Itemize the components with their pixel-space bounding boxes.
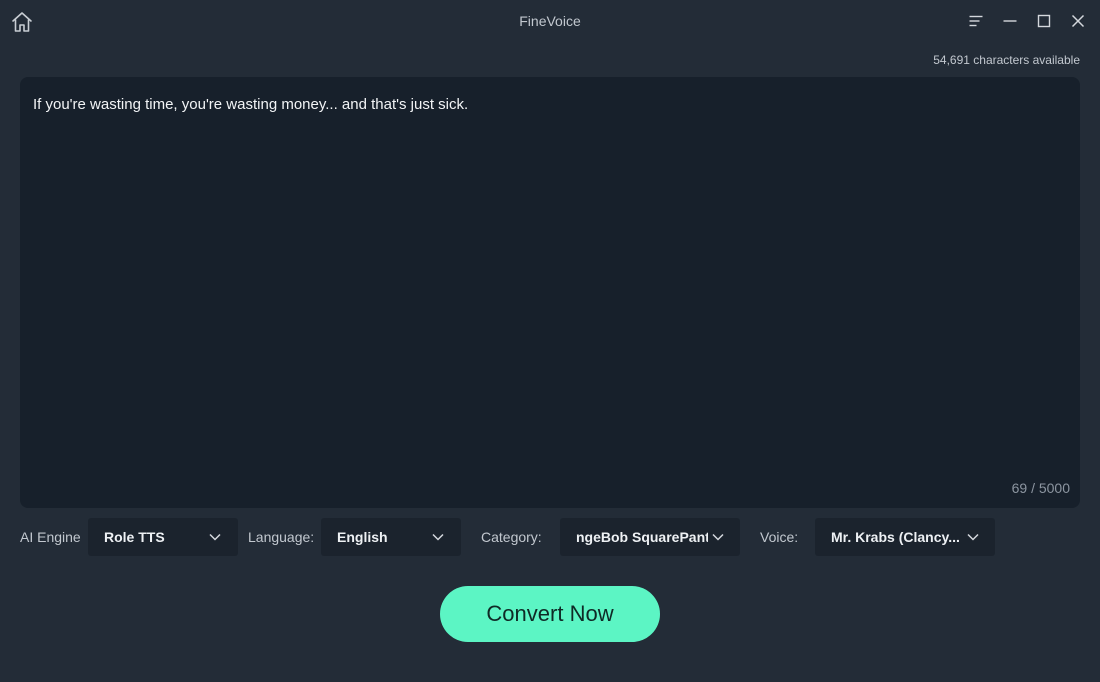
maximize-icon [1037, 14, 1051, 28]
chevron-down-icon [431, 531, 445, 543]
chevron-down-icon [208, 531, 222, 543]
category-value: ngeBob SquarePants [576, 529, 708, 545]
character-count: 69 / 5000 [1011, 480, 1070, 496]
chevron-down-icon [966, 531, 980, 543]
voice-dropdown[interactable]: Mr. Krabs (Clancy... [815, 518, 995, 556]
ai-engine-dropdown[interactable]: Role TTS [88, 518, 238, 556]
menu-button[interactable] [966, 11, 986, 31]
maximize-button[interactable] [1034, 11, 1054, 31]
ai-engine-label: AI Engine [20, 529, 81, 545]
ai-engine-value: Role TTS [104, 529, 165, 545]
chevron-down-icon [711, 531, 725, 543]
characters-available: 54,691 characters available [933, 53, 1080, 67]
window-controls [966, 11, 1088, 31]
category-label: Category: [481, 529, 542, 545]
convert-now-button[interactable]: Convert Now [440, 586, 660, 642]
minimize-button[interactable] [1000, 11, 1020, 31]
text-editor[interactable]: If you're wasting time, you're wasting m… [20, 77, 1080, 508]
language-value: English [337, 529, 388, 545]
close-button[interactable] [1068, 11, 1088, 31]
close-icon [1071, 14, 1085, 28]
editor-text[interactable]: If you're wasting time, you're wasting m… [33, 95, 1067, 115]
language-label: Language: [248, 529, 315, 545]
window-title: FineVoice [519, 13, 581, 29]
language-dropdown[interactable]: English [321, 518, 461, 556]
voice-value: Mr. Krabs (Clancy... [831, 529, 959, 545]
app-window: FineVoice 54,691 characters available If… [0, 0, 1100, 682]
minimize-icon [1003, 20, 1017, 22]
category-dropdown[interactable]: ngeBob SquarePants [560, 518, 740, 556]
voice-label: Voice: [760, 529, 799, 545]
menu-icon [969, 15, 983, 27]
title-bar: FineVoice [0, 0, 1100, 44]
